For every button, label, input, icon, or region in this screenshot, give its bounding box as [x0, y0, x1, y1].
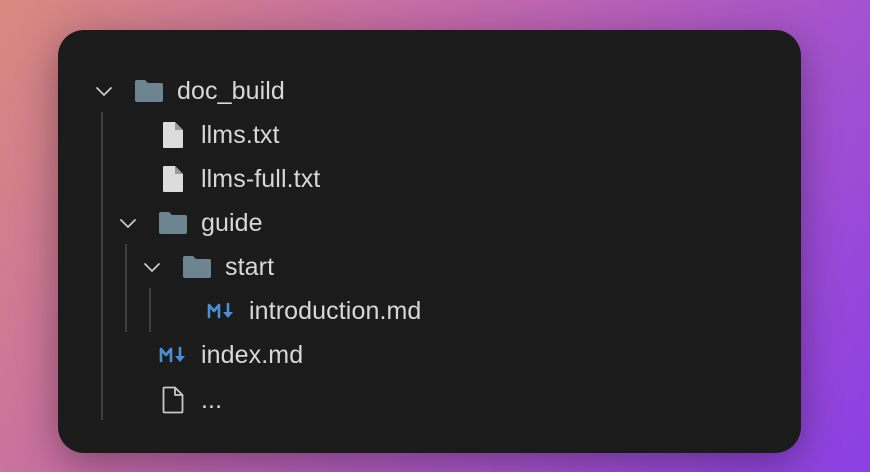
markdown-icon: [159, 346, 185, 363]
chevron-down-icon[interactable]: [140, 255, 164, 279]
tree-item-label: llms-full.txt: [201, 165, 321, 193]
markdown-icon: [207, 302, 233, 319]
tree-item-more[interactable]: ...: [58, 384, 801, 416]
chevron-down-icon[interactable]: [92, 79, 116, 103]
folder-icon: [135, 80, 163, 102]
tree-item-label: start: [225, 253, 275, 281]
folder-icon: [183, 256, 211, 278]
file-tree-panel: doc_build llms.txt llms-full.txt guide s…: [58, 30, 801, 453]
file-outline-icon: [162, 386, 184, 414]
chevron-down-icon[interactable]: [116, 211, 140, 235]
tree-item-introduction-md[interactable]: introduction.md: [58, 295, 801, 327]
file-icon: [163, 122, 183, 148]
tree-item-llms-full-txt[interactable]: llms-full.txt: [58, 163, 801, 195]
tree-item-label: ...: [201, 386, 223, 414]
tree-item-label: index.md: [201, 341, 304, 369]
tree-item-label: llms.txt: [201, 121, 280, 149]
tree-item-index-md[interactable]: index.md: [58, 339, 801, 371]
tree-item-label: guide: [201, 209, 263, 237]
folder-icon: [159, 212, 187, 234]
tree-item-label: doc_build: [177, 77, 285, 105]
tree-item-llms-txt[interactable]: llms.txt: [58, 119, 801, 151]
tree-item-doc-build[interactable]: doc_build: [58, 75, 801, 107]
tree-item-guide[interactable]: guide: [58, 207, 801, 239]
file-icon: [163, 166, 183, 192]
tree-item-label: introduction.md: [249, 297, 422, 325]
tree-item-start[interactable]: start: [58, 251, 801, 283]
